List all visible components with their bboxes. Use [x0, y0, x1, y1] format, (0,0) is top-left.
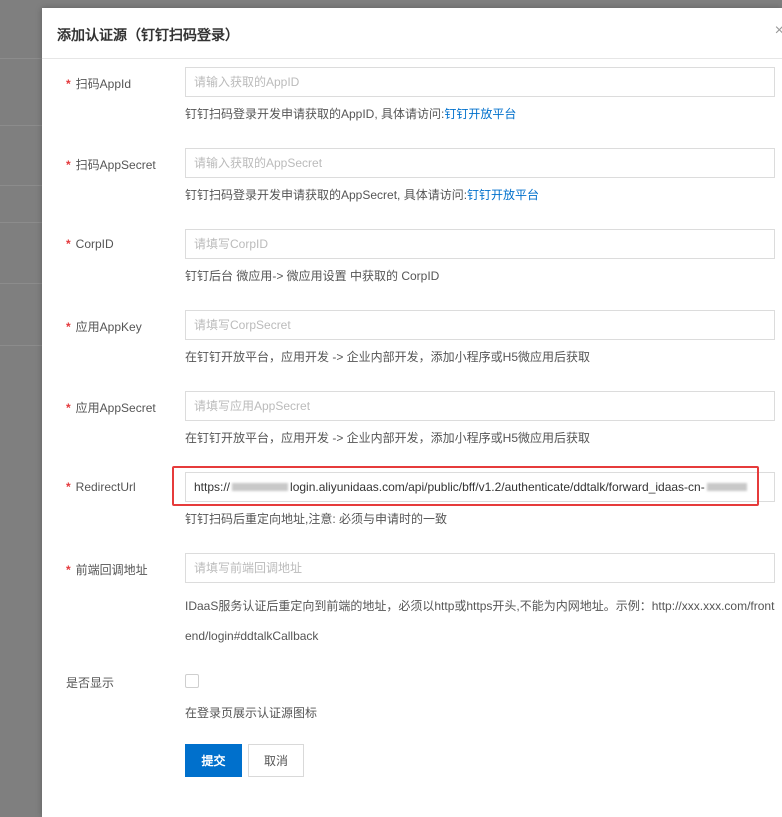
app-secret-help: 在钉钉开放平台，应用开发 -> 企业内部开发，添加小程序或H5微应用后获取: [185, 431, 591, 445]
appid-help: 钉钉扫码登录开发申请获取的AppID, 具体请访问:钉钉开放平台: [185, 107, 517, 121]
appkey-input[interactable]: [185, 310, 775, 340]
corpid-input[interactable]: [185, 229, 775, 259]
app-secret-label: * 应用AppSecret: [66, 401, 156, 415]
required-mark: *: [66, 158, 71, 172]
redirect-url-label: * RedirectUrl: [66, 480, 136, 494]
frontend-callback-help: IDaaS服务认证后重定向到前端的地址，必须以http或https开头,不能为内…: [185, 599, 775, 643]
required-mark: *: [66, 563, 71, 577]
display-label: 是否显示: [66, 676, 115, 690]
redirect-url-main: login.aliyunidaas.com/api/public/bff/v1.…: [290, 480, 705, 494]
frontend-callback-label: * 前端回调地址: [66, 563, 148, 577]
close-icon[interactable]: ×: [775, 22, 782, 40]
frontend-callback-input[interactable]: [185, 553, 775, 583]
required-mark: *: [66, 77, 71, 91]
corpid-help: 钉钉后台 微应用-> 微应用设置 中获取的 CorpID: [185, 269, 440, 283]
dingtalk-open-platform-link[interactable]: 钉钉开放平台: [467, 188, 539, 202]
redacted-segment: [232, 483, 289, 491]
appsecret-label: * 扫码AppSecret: [66, 158, 156, 172]
redirect-url-prefix: https://: [194, 480, 231, 494]
required-mark: *: [66, 320, 71, 334]
appid-input[interactable]: [185, 67, 775, 97]
appsecret-help: 钉钉扫码登录开发申请获取的AppSecret, 具体请访问:钉钉开放平台: [185, 188, 540, 202]
required-mark: *: [66, 401, 71, 415]
cancel-button[interactable]: 取消: [248, 744, 304, 777]
corpid-label: * CorpID: [66, 237, 114, 251]
appkey-label: * 应用AppKey: [66, 320, 142, 334]
required-mark: *: [66, 237, 71, 251]
required-mark: *: [66, 480, 71, 494]
submit-button[interactable]: 提交: [185, 744, 242, 777]
dialog-header: 添加认证源（钉钉扫码登录） ×: [42, 8, 782, 59]
display-checkbox[interactable]: [185, 674, 199, 688]
appid-label: * 扫码AppId: [66, 77, 132, 91]
redacted-segment: [706, 483, 747, 491]
dialog-title: 添加认证源（钉钉扫码登录）: [57, 27, 239, 43]
dingtalk-open-platform-link[interactable]: 钉钉开放平台: [444, 107, 516, 121]
redirect-url-help: 钉钉扫码后重定向地址,注意: 必须与申请时的一致: [185, 512, 448, 526]
appkey-help: 在钉钉开放平台，应用开发 -> 企业内部开发，添加小程序或H5微应用后获取: [185, 350, 591, 364]
appsecret-input[interactable]: [185, 148, 775, 178]
add-auth-source-dialog: 添加认证源（钉钉扫码登录） × *扫码AppId 钉钉扫码登录开发申请获取的Ap…: [42, 8, 782, 817]
app-secret-input[interactable]: [185, 391, 775, 421]
redirect-url-input[interactable]: https:// login.aliyunidaas.com/api/publi…: [185, 472, 775, 502]
display-help: 在登录页展示认证源图标: [185, 706, 318, 720]
